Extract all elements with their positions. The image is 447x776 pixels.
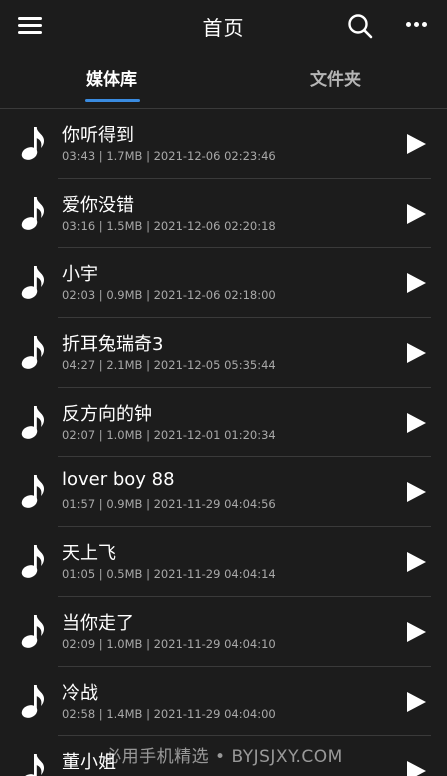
play-icon[interactable] (404, 411, 428, 435)
music-note-icon (21, 336, 45, 369)
play-icon[interactable] (404, 550, 428, 574)
music-note-icon (21, 475, 45, 509)
song-details: 02:03 | 0.9MB | 2021-12-06 02:18:00 (62, 288, 276, 303)
song-row[interactable]: 爱你没错 03:16 | 1.5MB | 2021-12-06 02:20:18 (0, 179, 447, 249)
search-icon[interactable] (347, 13, 373, 39)
music-note-icon (21, 405, 45, 439)
song-row[interactable]: 反方向的钟 02:07 | 1.0MB | 2021-12-01 01:20:34 (0, 388, 447, 458)
song-details: 03:43 | 1.7MB | 2021-12-06 02:23:46 (62, 149, 276, 163)
music-note-icon (21, 684, 45, 718)
song-row[interactable]: 董小姐 (0, 736, 447, 776)
song-row[interactable]: 折耳兔瑞奇3 04:27 | 2.1MB | 2021-12-05 05:35:4… (0, 318, 447, 388)
music-note-icon (21, 614, 45, 648)
active-tab-indicator (85, 99, 140, 102)
tab-folders[interactable]: 文件夹 (224, 52, 447, 108)
play-icon[interactable] (404, 620, 428, 644)
play-icon[interactable] (404, 759, 428, 776)
song-title: 你听得到 (62, 125, 134, 146)
music-note-icon (21, 545, 45, 578)
song-title: 反方向的钟 (62, 403, 152, 425)
song-row[interactable]: 天上飞 01:05 | 0.5MB | 2021-11-29 04:04:14 (0, 527, 447, 597)
music-note-icon (21, 266, 45, 300)
song-list: 你听得到 03:43 | 1.7MB | 2021-12-06 02:23:46 爱… (0, 109, 447, 776)
play-icon[interactable] (404, 690, 428, 714)
more-dot (414, 22, 419, 27)
song-row[interactable]: 小宇 02:03 | 0.9MB | 2021-12-06 02:18:00 (0, 248, 447, 318)
play-icon[interactable] (404, 202, 428, 226)
play-icon[interactable] (404, 480, 428, 504)
song-details: 04:27 | 2.1MB | 2021-12-05 05:35:44 (62, 358, 276, 373)
song-row[interactable]: 当你走了 02:09 | 1.0MB | 2021-11-29 04:04:10 (0, 597, 447, 667)
more-dot (422, 22, 427, 27)
song-title: 折耳兔瑞奇3 (62, 334, 164, 356)
music-note-icon (21, 196, 45, 230)
song-details: 01:05 | 0.5MB | 2021-11-29 04:04:14 (62, 567, 276, 582)
song-title: 冷战 (62, 682, 98, 704)
song-details: 02:09 | 1.0MB | 2021-11-29 04:04:10 (62, 636, 276, 651)
song-details: 02:58 | 1.4MB | 2021-11-29 04:04:00 (62, 706, 276, 721)
more-options-icon[interactable] (405, 21, 429, 29)
song-row[interactable]: lover boy 88 01:57 | 0.9MB | 2021-11-29 0… (0, 457, 447, 527)
song-title: 董小姐 (62, 752, 116, 774)
page-title: 首页 (202, 16, 245, 40)
song-row[interactable]: 你听得到 03:43 | 1.7MB | 2021-12-06 02:23:46 (0, 109, 447, 179)
song-details: 01:57 | 0.9MB | 2021-11-29 04:04:56 (62, 497, 276, 512)
song-title: 爱你没错 (62, 194, 134, 216)
song-details: 03:16 | 1.5MB | 2021-12-06 02:20:18 (62, 218, 276, 233)
tab-bar: 媒体库 文件夹 (0, 52, 447, 109)
music-note-icon (21, 127, 45, 160)
top-app-bar: 首页 (0, 0, 447, 52)
app-screen: 首页 媒体库 文件夹 你听得到 03:43 | 1.7MB | 2021-12-0… (0, 0, 447, 776)
song-row[interactable]: 冷战 02:58 | 1.4MB | 2021-11-29 04:04:00 (0, 667, 447, 737)
song-title: 当你走了 (62, 612, 134, 634)
song-title: 小宇 (62, 264, 98, 286)
song-title: 天上飞 (62, 543, 116, 565)
play-icon[interactable] (404, 132, 428, 156)
song-title: lover boy 88 (62, 469, 175, 491)
music-note-icon (21, 754, 45, 776)
play-icon[interactable] (404, 271, 428, 295)
play-icon[interactable] (404, 341, 428, 365)
more-dot (406, 22, 411, 27)
song-details: 02:07 | 1.0MB | 2021-12-01 01:20:34 (62, 427, 276, 442)
